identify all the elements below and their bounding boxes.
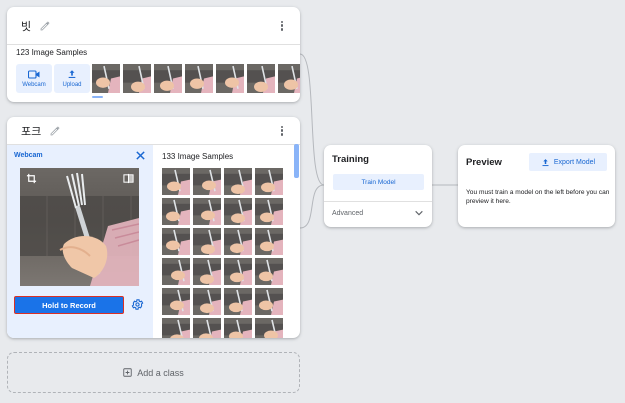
sample-thumbnail[interactable]	[193, 288, 221, 315]
class-header: 포크	[7, 117, 300, 145]
sample-thumbnail[interactable]	[92, 64, 120, 93]
sample-thumbnail[interactable]	[224, 258, 252, 285]
preview-title: Preview	[466, 157, 502, 168]
sample-thumbnail[interactable]	[162, 228, 190, 255]
sample-thumbnail[interactable]	[162, 258, 190, 285]
sample-thumbnail[interactable]	[193, 198, 221, 225]
thumbnail-strip[interactable]	[92, 64, 300, 93]
sample-thumbnail[interactable]	[224, 288, 252, 315]
sample-thumbnail[interactable]	[224, 168, 252, 195]
upload-button[interactable]: Upload	[54, 64, 90, 93]
class-card-1: 빗 123 Image Samples Webcam Upload	[7, 7, 300, 102]
sample-thumbnail[interactable]	[185, 64, 213, 93]
sample-thumbnail[interactable]	[162, 288, 190, 315]
gear-icon[interactable]	[131, 298, 144, 311]
sample-thumbnail[interactable]	[224, 198, 252, 225]
samples-grid-area: 133 Image Samples	[153, 145, 300, 338]
close-icon[interactable]	[135, 150, 146, 161]
sample-thumbnail[interactable]	[193, 168, 221, 195]
add-box-icon	[123, 368, 132, 377]
sample-thumbnail[interactable]	[154, 64, 182, 93]
advanced-toggle[interactable]: Advanced	[332, 206, 424, 220]
class-card-2: 포크 Webcam Hold to Record 133 Image Sampl…	[7, 117, 300, 338]
hand-with-fork-image	[59, 172, 139, 286]
sample-thumbnail[interactable]	[123, 64, 151, 93]
train-model-button[interactable]: Train Model	[333, 174, 424, 190]
sample-thumbnail[interactable]	[255, 288, 283, 315]
class-header: 빗	[7, 7, 300, 45]
webcam-panel-title: Webcam	[14, 152, 43, 159]
sample-thumbnail[interactable]	[193, 318, 221, 338]
sample-thumbnail[interactable]	[255, 228, 283, 255]
export-model-button[interactable]: Export Model	[529, 153, 607, 171]
upload-button-label: Upload	[62, 82, 82, 88]
crop-icon[interactable]	[26, 173, 37, 184]
grid-scrollbar[interactable]	[294, 144, 299, 178]
add-class-label: Add a class	[137, 367, 184, 378]
sample-thumbnail[interactable]	[278, 64, 300, 93]
upload-icon	[542, 158, 549, 166]
more-vert-icon[interactable]	[276, 19, 288, 33]
class-name[interactable]: 포크	[21, 123, 41, 139]
sample-thumbnail[interactable]	[255, 198, 283, 225]
sample-thumbnail[interactable]	[224, 228, 252, 255]
webcam-panel: Webcam Hold to Record	[7, 145, 153, 338]
sample-thumbnail[interactable]	[247, 64, 275, 93]
strip-scroll-indicator[interactable]	[92, 96, 103, 98]
pencil-icon[interactable]	[49, 125, 61, 137]
class-name[interactable]: 빗	[21, 18, 31, 34]
sample-thumbnail[interactable]	[255, 318, 283, 338]
sample-thumbnail[interactable]	[255, 258, 283, 285]
webcam-button[interactable]: Webcam	[16, 64, 52, 93]
sample-thumbnail[interactable]	[193, 258, 221, 285]
samples-count: 133 Image Samples	[162, 152, 234, 161]
hold-to-record-button[interactable]: Hold to Record	[14, 296, 124, 314]
divider	[324, 201, 432, 202]
pencil-icon[interactable]	[39, 20, 51, 32]
preview-panel: Preview Export Model You must train a mo…	[458, 145, 615, 227]
chevron-down-icon	[415, 210, 423, 216]
flip-icon[interactable]	[123, 173, 134, 184]
webcam-preview	[20, 168, 139, 286]
sample-thumbnail[interactable]	[162, 198, 190, 225]
videocam-icon	[28, 69, 40, 79]
sample-thumbnail[interactable]	[162, 168, 190, 195]
sample-thumbnail[interactable]	[216, 64, 244, 93]
more-vert-icon[interactable]	[276, 124, 288, 138]
training-panel: Training Train Model Advanced	[324, 145, 432, 227]
sample-thumbnail[interactable]	[162, 318, 190, 338]
sample-thumbnail[interactable]	[255, 168, 283, 195]
sample-thumbnail[interactable]	[224, 318, 252, 338]
add-class-button[interactable]: Add a class	[7, 352, 300, 393]
preview-message: You must train a model on the left befor…	[466, 189, 610, 205]
export-model-label: Export Model	[553, 158, 596, 166]
samples-count: 123 Image Samples	[16, 48, 88, 57]
webcam-button-label: Webcam	[22, 81, 46, 88]
training-title: Training	[332, 154, 369, 165]
advanced-label: Advanced	[332, 209, 364, 217]
upload-icon	[68, 70, 76, 78]
thumbnail-grid[interactable]	[162, 168, 283, 338]
sample-thumbnail[interactable]	[193, 228, 221, 255]
